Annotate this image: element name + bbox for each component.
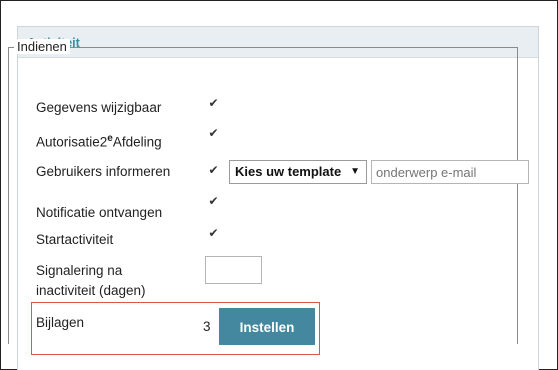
checkbox-autorisatie-afdeling[interactable]: ✔ [207,127,220,140]
checkbox-startactiviteit[interactable]: ✔ [207,227,220,240]
checkbox-notificatie-ontvangen[interactable]: ✔ [207,195,220,208]
chevron-down-icon: ▼ [350,166,360,177]
email-subject-input[interactable] [371,160,529,184]
label-startactiviteit: Startactiviteit [36,232,114,247]
inactivity-days-input[interactable] [205,256,262,284]
template-select-value: Kies uw template [235,164,342,179]
label-gegevens-wijzigbaar: Gegevens wijzigbaar [36,100,162,115]
label-bijlagen: Bijlagen [36,315,85,330]
instellen-button[interactable]: Instellen [219,308,315,345]
label-notificatie-ontvangen: Notificatie ontvangen [36,205,163,220]
label-autorisatie-rest: Afdeling [112,134,162,150]
fieldset-legend: Indienen [14,39,70,54]
label-autorisatie-main: Autorisatie2 [36,134,108,150]
checkbox-gegevens-wijzigbaar[interactable]: ✔ [207,97,220,110]
template-select[interactable]: Kies uw template ▼ [229,160,367,184]
checkbox-gebruikers-informeren[interactable]: ✔ [207,164,220,177]
label-gebruikers-informeren: Gebruikers informeren [36,164,171,179]
label-signalering-line2: inactiviteit (dagen) [36,283,146,298]
bijlagen-count: 3 [203,319,211,334]
label-signalering-line1: Signalering na [36,263,123,278]
label-autorisatie-afdeling: Autorisatie2eAfdeling [36,130,162,152]
